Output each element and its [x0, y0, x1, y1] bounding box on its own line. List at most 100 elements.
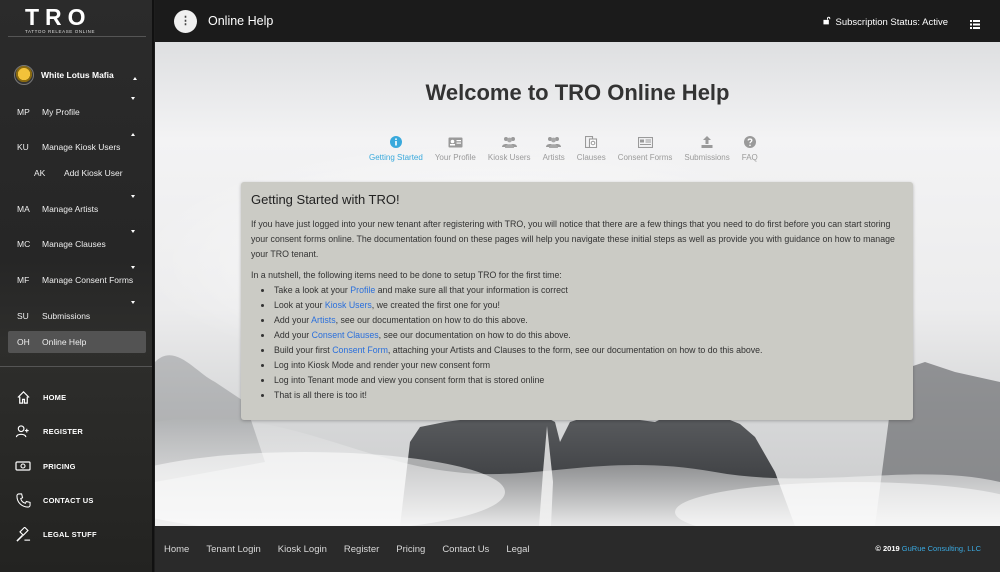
gavel-icon	[15, 526, 31, 542]
sidebar: TRO TATTOO RELEASE ONLINE White Lotus Ma…	[0, 0, 154, 572]
tab-label: Submissions	[684, 153, 730, 162]
tab-label: Getting Started	[369, 153, 423, 162]
list-item: Log into Kiosk Mode and render your new …	[273, 358, 903, 373]
footer-link-kiosk-login[interactable]: Kiosk Login	[278, 544, 327, 555]
nav-label: Manage Clauses	[42, 239, 106, 249]
sidebar-link-pricing[interactable]: PRICING	[15, 456, 76, 476]
footer-link-contact-us[interactable]: Contact Us	[442, 544, 489, 555]
welcome-heading: Welcome to TRO Online Help	[425, 80, 730, 105]
chevron-up-icon[interactable]	[133, 77, 137, 80]
tab-label: FAQ	[741, 153, 758, 162]
tab-clauses[interactable]: Clauses	[577, 132, 606, 166]
tab-label: Your Profile	[434, 153, 476, 162]
logo-text: TRO	[25, 4, 92, 30]
link-label: CONTACT US	[43, 495, 94, 505]
artists-link[interactable]: Artists	[311, 315, 335, 325]
users-icon	[501, 132, 517, 148]
step-text: Log into Kiosk Mode and render your new …	[274, 360, 491, 370]
company-link[interactable]: GuRue Consulting, LLC	[902, 544, 981, 553]
question-icon	[743, 132, 756, 148]
help-tabs: Getting Started Your Profile Kiosk Users…	[369, 132, 770, 166]
nav-label: Add Kiosk User	[64, 168, 123, 178]
step-text: Add your	[274, 315, 312, 325]
nav-label: Manage Kiosk Users	[42, 142, 121, 152]
footer-links: Home Tenant Login Kiosk Login Register P…	[164, 544, 547, 555]
form-icon	[637, 132, 653, 148]
sidebar-link-legal[interactable]: LEGAL STUFF	[15, 524, 97, 544]
nav-abbr: MC	[17, 239, 31, 249]
chevron-down-icon[interactable]	[131, 195, 135, 198]
list-item: Take a look at your Profile and make sur…	[273, 283, 903, 298]
phone-icon	[15, 492, 31, 508]
step-text: , attaching your Artists and Clauses to …	[387, 345, 763, 355]
footer-link-tenant-login[interactable]: Tenant Login	[206, 544, 260, 555]
tab-consent-forms[interactable]: Consent Forms	[617, 132, 673, 166]
nav-label: Online Help	[42, 337, 87, 347]
chevron-down-icon[interactable]	[131, 266, 135, 269]
sidebar-link-home[interactable]: HOME	[15, 387, 66, 407]
chevron-down-icon[interactable]	[131, 301, 135, 304]
getting-started-card: Getting Started with TRO! If you have ju…	[241, 182, 913, 420]
sidebar-item-my-profile[interactable]: MP My Profile	[8, 101, 146, 123]
document-icon	[584, 132, 598, 148]
tab-your-profile[interactable]: Your Profile	[435, 132, 476, 166]
menu-button[interactable]: ⋮	[174, 10, 197, 33]
main-content: Welcome to TRO Online Help Getting Start…	[155, 42, 1000, 526]
list-icon[interactable]	[970, 16, 980, 29]
tab-artists[interactable]: Artists	[543, 132, 565, 166]
tab-label: Kiosk Users	[487, 153, 531, 162]
consent-form-link[interactable]: Consent Form	[332, 345, 388, 355]
footer-link-legal[interactable]: Legal	[506, 544, 529, 555]
chevron-up-icon[interactable]	[131, 133, 135, 136]
consent-clauses-link[interactable]: Consent Clauses	[312, 330, 379, 340]
list-item: Look at your Kiosk Users, we created the…	[273, 298, 903, 313]
sidebar-link-register[interactable]: REGISTER	[15, 421, 83, 441]
nav-abbr: OH	[17, 337, 30, 347]
footer-link-pricing[interactable]: Pricing	[396, 544, 425, 555]
sidebar-item-online-help[interactable]: OH Online Help	[8, 331, 146, 353]
footer: Home Tenant Login Kiosk Login Register P…	[155, 526, 1000, 572]
link-label: LEGAL STUFF	[43, 529, 97, 539]
kiosk-users-link[interactable]: Kiosk Users	[325, 300, 372, 310]
step-text: Look at your	[274, 300, 325, 310]
sidebar-item-manage-artists[interactable]: MA Manage Artists	[8, 198, 146, 220]
sidebar-item-manage-kiosk-users[interactable]: KU Manage Kiosk Users	[8, 136, 146, 158]
list-item: Log into Tenant mode and view you consen…	[273, 373, 903, 388]
tab-submissions[interactable]: Submissions	[684, 132, 730, 166]
step-text: , we created the first one for you!	[371, 300, 500, 310]
tab-getting-started[interactable]: Getting Started	[369, 132, 423, 166]
link-label: PRICING	[43, 461, 76, 471]
subscription-status: Subscription Status: Active	[822, 16, 948, 28]
divider	[8, 36, 146, 37]
sidebar-item-add-kiosk-user[interactable]: AK Add Kiosk User	[34, 162, 146, 184]
footer-link-register[interactable]: Register	[344, 544, 379, 555]
home-icon	[15, 389, 31, 405]
tab-kiosk-users[interactable]: Kiosk Users	[488, 132, 531, 166]
upload-icon	[701, 132, 713, 148]
list-item: Build your first Consent Form, attaching…	[273, 343, 903, 358]
tab-label: Consent Forms	[617, 153, 673, 162]
nav-abbr: AK	[34, 168, 46, 178]
link-label: HOME	[43, 392, 67, 402]
chevron-down-icon[interactable]	[131, 230, 135, 233]
chevron-down-icon[interactable]	[131, 97, 135, 100]
sidebar-link-contact[interactable]: CONTACT US	[15, 490, 94, 510]
sidebar-item-manage-clauses[interactable]: MC Manage Clauses	[8, 233, 146, 255]
nav-abbr: MF	[17, 275, 30, 285]
copyright: © 2019 GuRue Consulting, LLC	[875, 544, 981, 553]
nav-label: Manage Consent Forms	[42, 275, 134, 285]
sidebar-item-submissions[interactable]: SU Submissions	[8, 305, 146, 327]
user-name: White Lotus Mafia	[41, 70, 114, 80]
info-icon	[389, 132, 402, 148]
setup-steps-list: Take a look at your Profile and make sur…	[273, 283, 903, 403]
user-menu[interactable]: White Lotus Mafia	[14, 64, 142, 86]
sidebar-item-manage-consent-forms[interactable]: MF Manage Consent Forms	[8, 269, 146, 291]
tro-logo[interactable]: TRO TATTOO RELEASE ONLINE	[25, 4, 95, 35]
nav-abbr: SU	[17, 311, 29, 321]
tab-faq[interactable]: FAQ	[742, 132, 758, 166]
profile-link[interactable]: Profile	[350, 285, 375, 295]
footer-link-home[interactable]: Home	[164, 544, 189, 555]
nav-abbr: MA	[17, 204, 30, 214]
link-label: REGISTER	[43, 426, 83, 436]
add-user-icon	[15, 423, 31, 439]
